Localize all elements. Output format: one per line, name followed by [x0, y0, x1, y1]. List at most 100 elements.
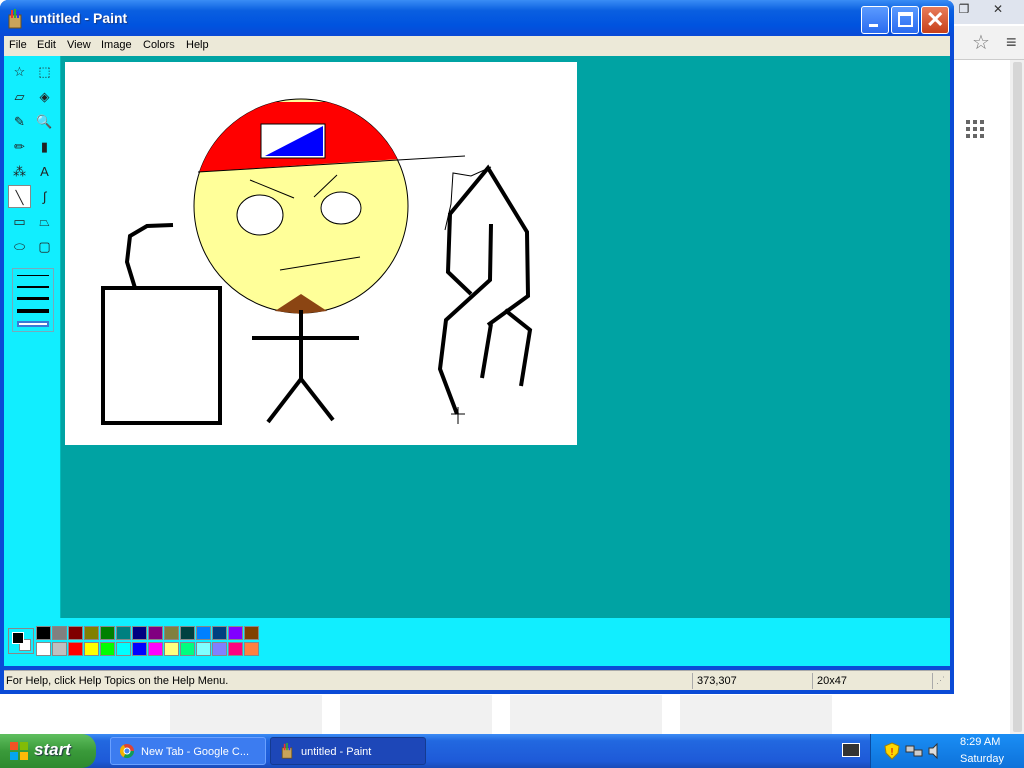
- chrome-titlebar: ❐ ✕: [950, 0, 1024, 24]
- volume-icon[interactable]: [927, 742, 945, 760]
- apps-grid-icon[interactable]: [966, 120, 984, 138]
- text-icon[interactable]: A: [33, 160, 56, 183]
- windows-flag-icon: [10, 742, 28, 760]
- rectangle-icon[interactable]: ▭: [8, 210, 31, 233]
- box-handle: [124, 223, 174, 289]
- maximize-icon: [898, 12, 913, 27]
- close-button[interactable]: ✕: [921, 6, 949, 34]
- fill-with-color-icon[interactable]: ◈: [33, 85, 56, 108]
- color-swatch[interactable]: [68, 642, 83, 656]
- color-swatch[interactable]: [100, 642, 115, 656]
- clock-day[interactable]: Saturday: [960, 753, 1004, 765]
- color-swatch[interactable]: [164, 642, 179, 656]
- eraser-icon[interactable]: ▱: [8, 85, 31, 108]
- keyboard-icon[interactable]: [842, 743, 860, 757]
- color-swatch[interactable]: [180, 642, 195, 656]
- toolbox: ☆ ⬚ ▱ ◈ ✎ 🔍 ✏ ▮ ⁂ A ╲ ∫ ▭ ⏢ ⬭ ▢: [4, 56, 61, 618]
- menu-edit[interactable]: Edit: [37, 39, 56, 51]
- color-swatch[interactable]: [116, 642, 131, 656]
- menu-image[interactable]: Image: [101, 39, 132, 51]
- line-icon[interactable]: ╲: [8, 185, 31, 208]
- size-grip-icon[interactable]: ⋰: [936, 675, 945, 686]
- minimize-button[interactable]: [861, 6, 889, 34]
- maximize-button[interactable]: [891, 6, 919, 34]
- select-icon[interactable]: ⬚: [33, 60, 56, 83]
- color-swatch[interactable]: [148, 642, 163, 656]
- line-width-2[interactable]: [17, 286, 49, 288]
- taskbar-item-paint[interactable]: untitled - Paint: [270, 737, 426, 765]
- right-figure-outline: [445, 164, 531, 327]
- color-swatch[interactable]: [132, 642, 147, 656]
- color-swatch[interactable]: [196, 626, 211, 640]
- color-swatch[interactable]: [52, 642, 67, 656]
- minimize-icon: [869, 24, 878, 27]
- close-icon[interactable]: ✕: [988, 2, 1008, 18]
- color-swatch[interactable]: [244, 626, 259, 640]
- color-swatch[interactable]: [244, 642, 259, 656]
- current-colors[interactable]: [8, 628, 34, 654]
- restore-icon[interactable]: ❐: [954, 2, 974, 18]
- chrome-window-background: ❐ ✕ ☆ ≡: [950, 0, 1024, 734]
- color-swatch[interactable]: [52, 626, 67, 640]
- color-swatch[interactable]: [36, 626, 51, 640]
- color-swatch[interactable]: [212, 642, 227, 656]
- polygon-icon[interactable]: ⏢: [33, 210, 56, 233]
- color-swatch[interactable]: [68, 626, 83, 640]
- menu-help[interactable]: Help: [186, 39, 209, 51]
- airbrush-icon[interactable]: ⁂: [8, 160, 31, 183]
- color-swatch[interactable]: [148, 626, 163, 640]
- curve-icon[interactable]: ∫: [33, 185, 56, 208]
- status-selection-size: 20x47: [817, 675, 847, 687]
- taskbar-item-label: New Tab - Google C...: [141, 746, 250, 758]
- line-width-1[interactable]: [17, 275, 49, 276]
- color-swatch[interactable]: [36, 642, 51, 656]
- taskbar-item-chrome[interactable]: New Tab - Google C...: [110, 737, 266, 765]
- color-swatch[interactable]: [212, 626, 227, 640]
- pick-color-icon[interactable]: ✎: [8, 110, 31, 133]
- taskbar-item-label: untitled - Paint: [301, 746, 372, 758]
- chrome-toolbar: ☆ ≡: [954, 26, 1024, 60]
- box-shape: [101, 286, 222, 425]
- color-swatch[interactable]: [100, 626, 115, 640]
- magnifier-icon[interactable]: 🔍: [33, 110, 56, 133]
- chrome-menu-icon[interactable]: ≡: [1006, 32, 1017, 53]
- chrome-scrollbar[interactable]: [1010, 60, 1024, 734]
- close-icon: ✕: [926, 7, 945, 32]
- brush-icon[interactable]: ▮: [33, 135, 56, 158]
- bookmark-star-icon[interactable]: ☆: [972, 30, 990, 55]
- line-width-4[interactable]: [17, 309, 49, 313]
- canvas-drawing: [101, 98, 533, 425]
- line-width-5-selected[interactable]: [17, 321, 49, 327]
- line-width-selector[interactable]: [12, 268, 54, 332]
- right-eye: [320, 191, 362, 225]
- menu-view[interactable]: View: [67, 39, 91, 51]
- color-swatch[interactable]: [228, 626, 243, 640]
- foreground-color: [12, 632, 24, 644]
- start-button[interactable]: start: [0, 734, 96, 768]
- color-swatch[interactable]: [180, 626, 195, 640]
- color-swatch[interactable]: [228, 642, 243, 656]
- new-tab-tiles: [170, 695, 850, 735]
- pencil-icon[interactable]: ✏: [8, 135, 31, 158]
- ellipse-icon[interactable]: ⬭: [8, 235, 31, 258]
- color-swatch[interactable]: [116, 626, 131, 640]
- color-swatch[interactable]: [196, 642, 211, 656]
- network-icon[interactable]: [905, 742, 923, 760]
- color-swatch[interactable]: [84, 626, 99, 640]
- color-swatch[interactable]: [164, 626, 179, 640]
- chrome-icon: [119, 744, 135, 759]
- menu-colors[interactable]: Colors: [143, 39, 175, 51]
- paint-icon: [281, 743, 293, 759]
- title-bar[interactable]: untitled - Paint ✕: [0, 0, 954, 36]
- color-swatch[interactable]: [84, 642, 99, 656]
- drawing-canvas[interactable]: [65, 62, 577, 445]
- color-swatch[interactable]: [132, 626, 147, 640]
- security-shield-icon[interactable]: !: [883, 742, 901, 760]
- clock-time[interactable]: 8:29 AM: [960, 736, 1000, 748]
- taskbar: start New Tab - Google C... untitled - P…: [0, 734, 1024, 768]
- line-width-3[interactable]: [17, 297, 49, 300]
- status-bar: For Help, click Help Topics on the Help …: [4, 670, 950, 690]
- menu-file[interactable]: File: [9, 39, 27, 51]
- free-form-select-icon[interactable]: ☆: [8, 60, 31, 83]
- rounded-rectangle-icon[interactable]: ▢: [33, 235, 56, 258]
